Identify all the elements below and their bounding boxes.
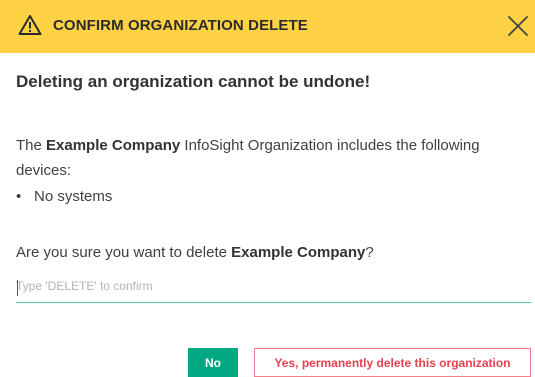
- question-company-name: Example Company: [231, 244, 366, 261]
- question-suffix: ?: [365, 244, 374, 261]
- dialog-title: CONFIRM ORGANIZATION DELETE: [53, 17, 308, 34]
- confirm-delete-button[interactable]: Yes, permanently delete this organizatio…: [254, 348, 531, 377]
- device-list-item: • No systems: [16, 188, 112, 205]
- company-name: Example Company: [46, 137, 181, 154]
- close-icon[interactable]: [504, 12, 532, 40]
- bullet-dot: •: [16, 188, 22, 205]
- devices-intro: The Example Company InfoSight Organizati…: [16, 133, 528, 183]
- question-prefix: Are you sure you want to delete: [16, 244, 232, 261]
- intro-prefix: The: [16, 137, 47, 154]
- text-caret: [17, 280, 18, 296]
- device-label: No systems: [34, 188, 113, 205]
- dialog-header: CONFIRM ORGANIZATION DELETE: [0, 0, 535, 53]
- warning-heading: Deleting an organization cannot be undon…: [16, 72, 371, 91]
- warning-triangle-icon: [18, 14, 42, 36]
- delete-confirm-input[interactable]: [16, 275, 531, 303]
- no-button[interactable]: No: [188, 348, 238, 377]
- delete-question: Are you sure you want to delete Example …: [16, 244, 374, 261]
